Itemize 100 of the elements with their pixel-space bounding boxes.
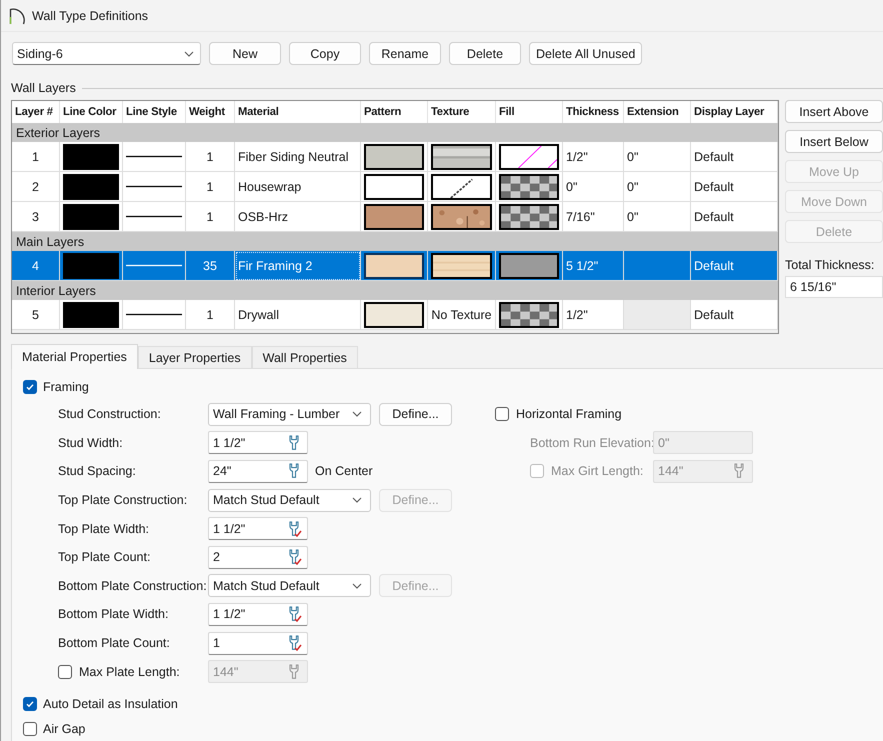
pattern-swatch[interactable]: [364, 302, 424, 328]
checkbox-label: Air Gap: [43, 722, 86, 736]
table-cell: Default: [691, 172, 778, 202]
wall-type-dropdown[interactable]: Siding-6: [12, 42, 201, 65]
fill-swatch[interactable]: [499, 302, 559, 328]
line-style-sample[interactable]: [126, 155, 182, 158]
check-icon: [25, 698, 35, 709]
table-cell: Default: [691, 202, 778, 232]
table-cell: Default: [691, 300, 778, 330]
table-cell: 1: [186, 202, 235, 232]
checkbox-label: Auto Detail as Insulation: [43, 696, 178, 711]
field-unit: On Center: [315, 464, 373, 478]
field-label: Max Girt Length:: [551, 464, 644, 478]
field-label: Bottom Plate Count:: [58, 636, 171, 650]
line-color-swatch[interactable]: [63, 302, 119, 328]
chevron-down-icon: [184, 50, 194, 56]
column-header: Material: [235, 101, 361, 123]
check-icon: [25, 382, 35, 392]
table-cell: 0": [624, 202, 691, 232]
table-cell: Default: [691, 142, 778, 172]
pattern-swatch[interactable]: [364, 144, 424, 170]
dropdown[interactable]: Match Stud Default: [208, 488, 371, 512]
input-field[interactable]: 1 1/2": [208, 602, 308, 626]
field-label: Stud Spacing:: [58, 464, 137, 478]
pattern-swatch[interactable]: [364, 252, 424, 278]
total-thickness-field[interactable]: 6 15/16": [785, 276, 883, 298]
input-field[interactable]: 1 1/2": [208, 517, 308, 540]
table-cell: 0": [624, 142, 691, 172]
table-cell[interactable]: Drywall: [235, 300, 361, 330]
pattern-swatch[interactable]: [364, 174, 424, 200]
table-cell[interactable]: Fiber Siding Neutral: [235, 142, 361, 172]
fill-swatch[interactable]: [499, 204, 559, 230]
field-label: Top Plate Count:: [58, 550, 152, 564]
table-cell: 2: [12, 172, 60, 202]
toolbar-button[interactable]: Rename: [369, 42, 441, 65]
dropdown[interactable]: Match Stud Default: [208, 574, 371, 598]
table-cell: 7/16": [563, 202, 624, 232]
toolbar-button[interactable]: New: [209, 42, 281, 65]
table-cell: 5 1/2": [563, 251, 624, 281]
field-label: Max Plate Length:: [79, 664, 180, 679]
line-color-swatch[interactable]: [63, 252, 119, 278]
dropdown[interactable]: Wall Framing - Lumber: [208, 402, 371, 426]
group-header: Exterior Layers: [12, 123, 778, 142]
column-header: Fill: [496, 101, 563, 123]
chevron-down-icon: [352, 411, 362, 418]
define-button[interactable]: Define...: [379, 402, 452, 426]
field-label: Stud Width:: [58, 436, 124, 450]
table-cell[interactable]: Housewrap: [235, 172, 361, 202]
layer-button[interactable]: Insert Below: [785, 130, 883, 153]
table-cell: 1/2": [563, 142, 624, 172]
checkbox[interactable]: [23, 380, 37, 394]
tab[interactable]: Wall Properties: [252, 346, 358, 368]
checkbox-label: Horizontal Framing: [516, 407, 622, 422]
table-cell: 1: [186, 172, 235, 202]
line-style-sample[interactable]: [126, 313, 182, 316]
input-field[interactable]: 1 1/2": [208, 431, 308, 454]
line-color-swatch[interactable]: [63, 174, 119, 200]
table-cell: 1: [12, 142, 60, 172]
table-cell: 0": [563, 172, 624, 202]
field-label: Bottom Run Elevation:: [529, 436, 653, 450]
chevron-down-icon: [352, 497, 362, 504]
texture-swatch[interactable]: [431, 252, 492, 278]
table-cell: 4: [12, 251, 60, 281]
pattern-swatch[interactable]: [364, 204, 424, 230]
column-header: Extension: [624, 101, 691, 123]
line-style-sample[interactable]: [126, 215, 182, 218]
toolbar-button[interactable]: Delete All Unused: [529, 42, 642, 65]
table-cell[interactable]: OSB-Hrz: [235, 202, 361, 232]
toolbar-button[interactable]: Copy: [289, 42, 361, 65]
table-cell: 0": [624, 172, 691, 202]
tab[interactable]: Material Properties: [11, 344, 138, 369]
column-header: Thickness: [563, 101, 624, 123]
checkbox[interactable]: [23, 696, 37, 711]
fill-swatch[interactable]: [499, 174, 559, 200]
field-label: Top Plate Construction:: [58, 493, 188, 508]
line-color-swatch[interactable]: [63, 204, 119, 230]
section-title: Wall Layers: [11, 81, 76, 95]
layer-button[interactable]: Insert Above: [785, 100, 883, 123]
column-header: Display Layer: [691, 101, 778, 123]
line-color-swatch[interactable]: [63, 144, 119, 170]
fill-swatch[interactable]: [499, 144, 559, 170]
texture-swatch[interactable]: [431, 144, 492, 170]
window-title: Wall Type Definitions: [32, 8, 148, 22]
input-field[interactable]: 2: [208, 546, 308, 569]
texture-swatch[interactable]: [431, 174, 492, 200]
column-header: Weight: [186, 101, 235, 123]
toolbar-button[interactable]: Delete: [449, 42, 521, 65]
line-style-sample[interactable]: [126, 185, 182, 188]
tab[interactable]: Layer Properties: [138, 346, 252, 368]
checkbox[interactable]: [495, 407, 509, 422]
group-header: Interior Layers: [12, 281, 778, 300]
input-field[interactable]: 24": [208, 460, 308, 483]
fill-swatch[interactable]: [499, 252, 559, 278]
texture-swatch[interactable]: [431, 204, 492, 230]
table-cell[interactable]: Fir Framing 2: [235, 251, 361, 281]
field-label: Bottom Plate Construction:: [58, 578, 208, 593]
column-header: Line Color: [60, 101, 123, 123]
input-field[interactable]: 1: [208, 632, 308, 655]
checkbox[interactable]: [23, 722, 37, 736]
column-header: Line Style: [123, 101, 186, 123]
